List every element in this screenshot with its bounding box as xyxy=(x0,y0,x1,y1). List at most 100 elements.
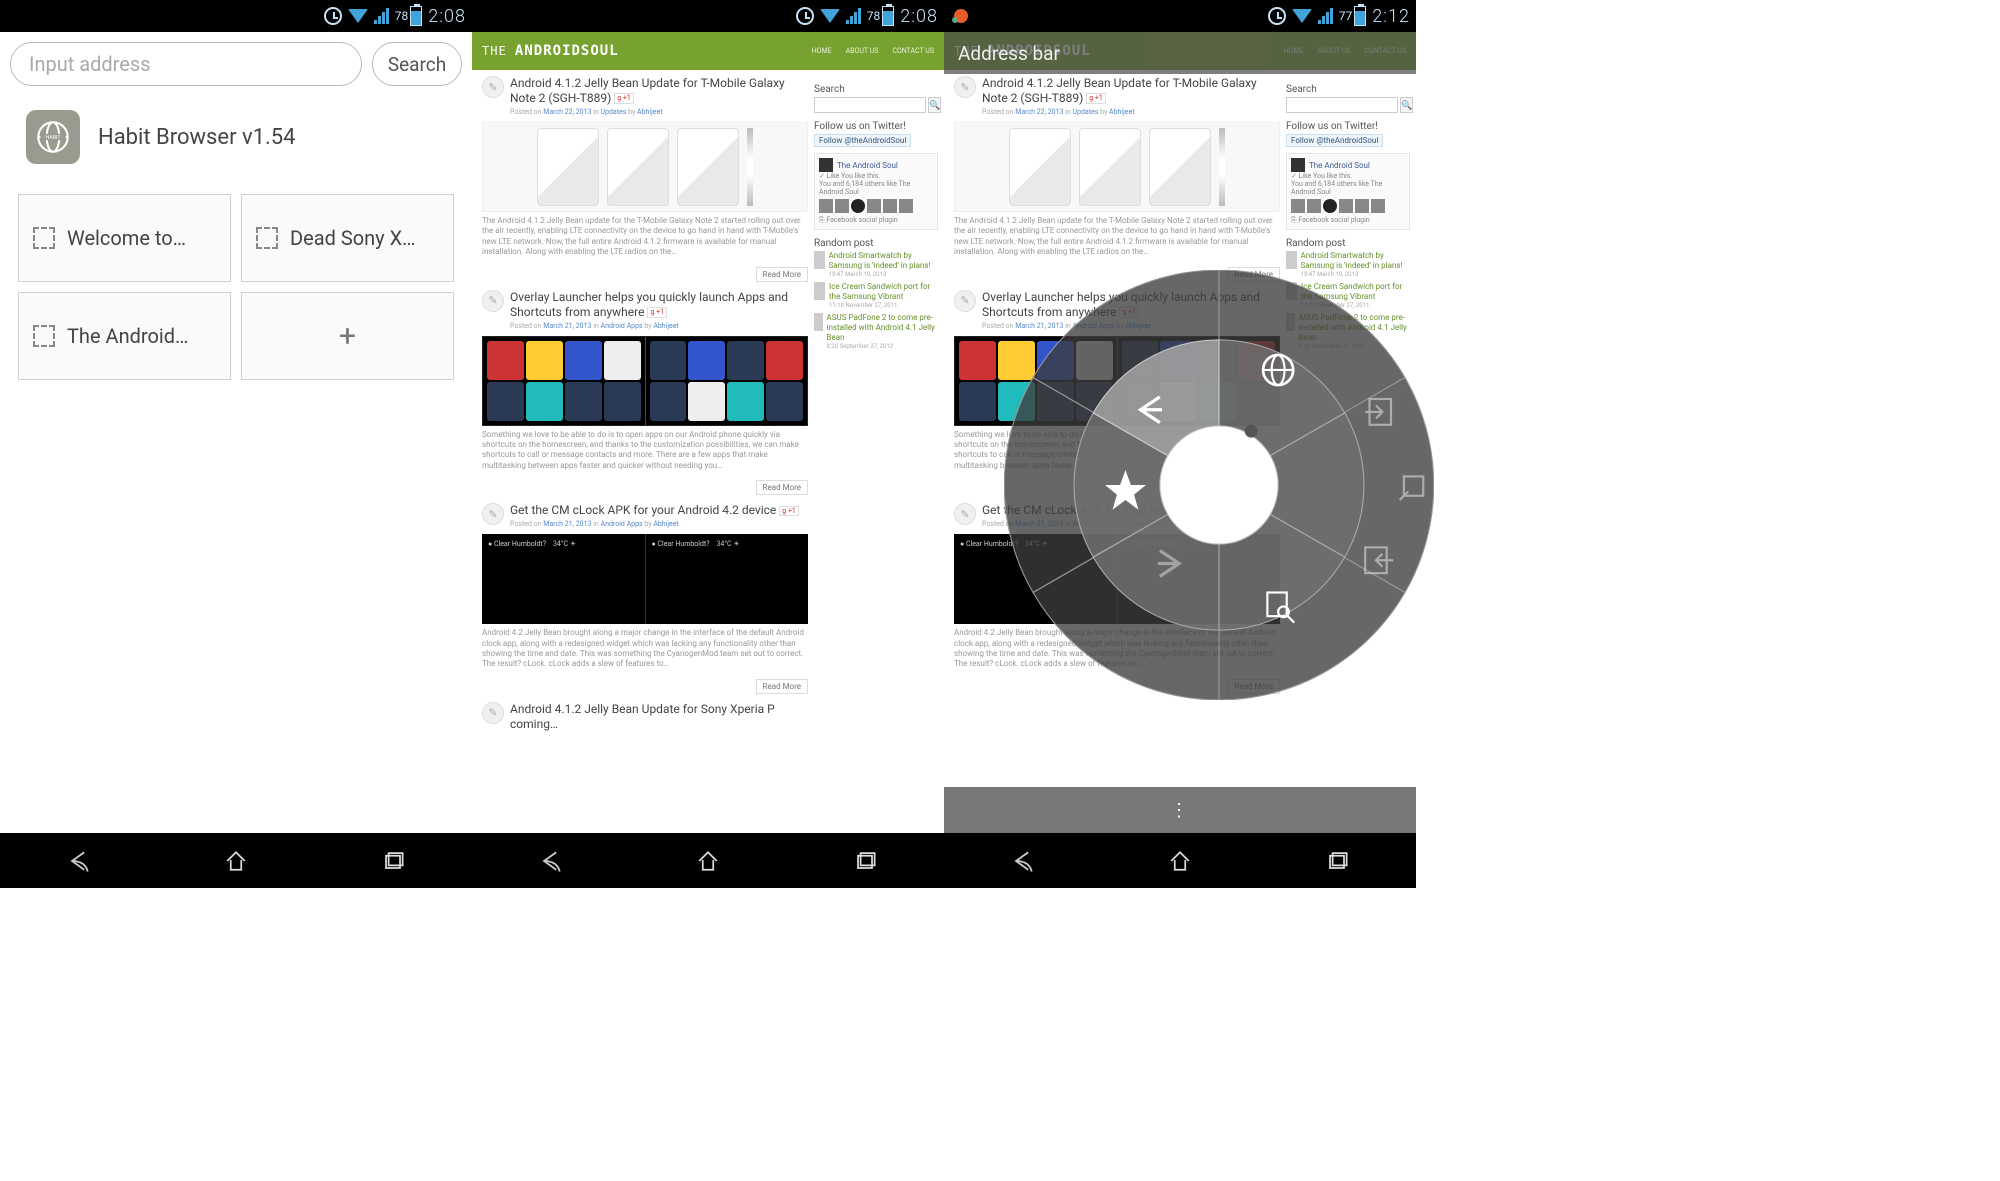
wifi-icon xyxy=(1292,9,1312,23)
post-meta: Posted on March 21, 2013 in Android Apps… xyxy=(510,322,808,330)
post-image[interactable] xyxy=(482,122,808,212)
nav-link[interactable]: HOME xyxy=(812,47,832,55)
edit-icon[interactable] xyxy=(954,290,976,312)
habit-browser-app-icon: HABIT xyxy=(26,110,80,164)
sidebar-search-button[interactable]: 🔍 xyxy=(1400,97,1413,113)
random-post-item[interactable]: ASUS PadFone 2 to come pre-installed wit… xyxy=(814,313,938,350)
post: Get the CM cLock APK for your Android 4.… xyxy=(482,503,808,694)
status-bar: 77 2:12 xyxy=(944,0,1416,32)
alarm-icon xyxy=(1268,7,1286,25)
sidebar-twitter-heading: Follow us on Twitter! xyxy=(1286,121,1410,132)
edit-icon[interactable] xyxy=(482,503,504,525)
post-title[interactable]: Android 4.1.2 Jelly Bean Update for Sony… xyxy=(510,702,808,732)
pie-menu[interactable] xyxy=(1004,270,1434,700)
post-image[interactable] xyxy=(954,122,1280,212)
page-icon xyxy=(33,325,55,347)
sidebar-random-heading: Random post xyxy=(814,238,938,249)
post-excerpt: Something we love to be able to do is to… xyxy=(482,430,808,472)
post-excerpt: Android 4.2 Jelly Bean brought along a m… xyxy=(482,628,808,670)
post: Overlay Launcher helps you quickly launc… xyxy=(482,290,808,496)
sidebar-search-input[interactable] xyxy=(1286,97,1398,113)
speed-dial-tile[interactable]: Welcome to… xyxy=(18,194,231,282)
overflow-menu-icon[interactable]: ⋮ xyxy=(1170,800,1190,821)
gplus-badge[interactable]: g +1 xyxy=(1086,93,1106,104)
clock: 2:12 xyxy=(1372,6,1410,27)
post-meta: Posted on March 22, 2013 in Updates by A… xyxy=(982,108,1280,116)
address-input[interactable]: Input address xyxy=(10,42,362,86)
post: Android 4.1.2 Jelly Bean Update for Sony… xyxy=(482,702,808,732)
status-bar: 78 2:08 xyxy=(472,0,944,32)
page-icon xyxy=(33,227,55,249)
search-button[interactable]: Search xyxy=(372,42,462,86)
nav-bar xyxy=(472,833,944,888)
facebook-like-box[interactable]: The Android Soul ✓ Like You like this. Y… xyxy=(1286,153,1410,230)
speed-dial-tile[interactable]: Dead Sony X… xyxy=(241,194,454,282)
post-meta: Posted on March 21, 2013 in Android Apps… xyxy=(510,520,799,528)
battery-icon: 78 xyxy=(395,6,423,26)
home-icon[interactable] xyxy=(694,847,722,875)
back-icon[interactable] xyxy=(1009,847,1037,875)
post-title[interactable]: Android 4.1.2 Jelly Bean Update for T-Mo… xyxy=(510,76,808,106)
recent-apps-icon[interactable] xyxy=(851,847,879,875)
post-image[interactable] xyxy=(482,336,808,426)
site-header: THE ANDROIDSOUL HOME ABOUT US CONTACT US xyxy=(472,32,944,70)
edit-icon[interactable] xyxy=(482,76,504,98)
post-meta: Posted on March 22, 2013 in Updates by A… xyxy=(510,108,808,116)
sidebar-twitter-heading: Follow us on Twitter! xyxy=(814,121,938,132)
webview[interactable]: THE ANDROIDSOUL HOME ABOUT US CONTACT US… xyxy=(472,32,944,833)
post-image[interactable]: ● Clear Humboldt? 34°C ☀ ● Clear Humbold… xyxy=(482,534,808,624)
sidebar-random-heading: Random post xyxy=(1286,238,1410,249)
nav-link[interactable]: CONTACT US xyxy=(892,47,934,55)
edit-icon[interactable] xyxy=(954,76,976,98)
twitter-follow-button[interactable]: Follow @theAndroidSoul xyxy=(1286,134,1383,147)
recent-apps-icon[interactable] xyxy=(1323,847,1351,875)
back-icon[interactable] xyxy=(537,847,565,875)
post-title[interactable]: Overlay Launcher helps you quickly launc… xyxy=(510,290,808,320)
overflow-bar[interactable]: ⋮ xyxy=(944,787,1416,833)
gplus-badge[interactable]: g +1 xyxy=(647,307,667,318)
random-post-item[interactable]: Android Smartwatch by Samsung is 'indeed… xyxy=(814,251,938,278)
read-more-button[interactable]: Read More xyxy=(756,679,808,694)
edit-icon[interactable] xyxy=(482,290,504,312)
battery-icon: 77 xyxy=(1339,6,1367,26)
battery-icon: 78 xyxy=(867,6,895,26)
signal-icon xyxy=(846,8,861,24)
nav-bar xyxy=(0,833,472,888)
post: Android 4.1.2 Jelly Bean Update for T-Mo… xyxy=(482,76,808,282)
clock: 2:08 xyxy=(428,6,466,27)
twitter-follow-button[interactable]: Follow @theAndroidSoul xyxy=(814,134,911,147)
clock: 2:08 xyxy=(900,6,938,27)
post-title[interactable]: Android 4.1.2 Jelly Bean Update for T-Mo… xyxy=(982,76,1280,106)
facebook-like-box[interactable]: The Android Soul ✓ Like You like this. Y… xyxy=(814,153,938,230)
read-more-button[interactable]: Read More xyxy=(756,267,808,282)
read-more-button[interactable]: Read More xyxy=(756,480,808,495)
post-excerpt: The Android 4.1.2 Jelly Bean update for … xyxy=(954,216,1280,258)
post: Android 4.1.2 Jelly Bean Update for T-Mo… xyxy=(954,76,1280,282)
nav-bar xyxy=(944,833,1416,888)
home-icon[interactable] xyxy=(222,847,250,875)
notification-icon xyxy=(954,9,968,23)
home-icon[interactable] xyxy=(1166,847,1194,875)
site-logo[interactable]: THE ANDROIDSOUL xyxy=(482,43,619,59)
back-icon[interactable] xyxy=(65,847,93,875)
post-title[interactable]: Get the CM cLock APK for your Android 4.… xyxy=(510,503,799,518)
wifi-icon xyxy=(820,9,840,23)
wifi-icon xyxy=(348,9,368,23)
gplus-badge[interactable]: g +1 xyxy=(614,93,634,104)
nav-link[interactable]: ABOUT US xyxy=(846,47,879,55)
recent-apps-icon[interactable] xyxy=(379,847,407,875)
speed-dial-tile[interactable]: The Android… xyxy=(18,292,231,380)
page-icon xyxy=(256,227,278,249)
edit-icon[interactable] xyxy=(482,702,504,724)
sidebar-search-input[interactable] xyxy=(814,97,926,113)
sidebar-search-heading: Search xyxy=(814,84,938,95)
gplus-badge[interactable]: g +1 xyxy=(779,506,799,517)
add-speed-dial-button[interactable]: + xyxy=(241,292,454,380)
edit-icon[interactable] xyxy=(954,503,976,525)
app-title: Habit Browser v1.54 xyxy=(98,125,296,150)
sidebar-search-button[interactable]: 🔍 xyxy=(928,97,941,113)
sidebar-search-heading: Search xyxy=(1286,84,1410,95)
status-bar: 78 2:08 xyxy=(0,0,472,32)
address-bar-overlay[interactable]: Address bar xyxy=(944,32,1416,74)
random-post-item[interactable]: Ice Cream Sandwich port for the Samsung … xyxy=(814,282,938,309)
